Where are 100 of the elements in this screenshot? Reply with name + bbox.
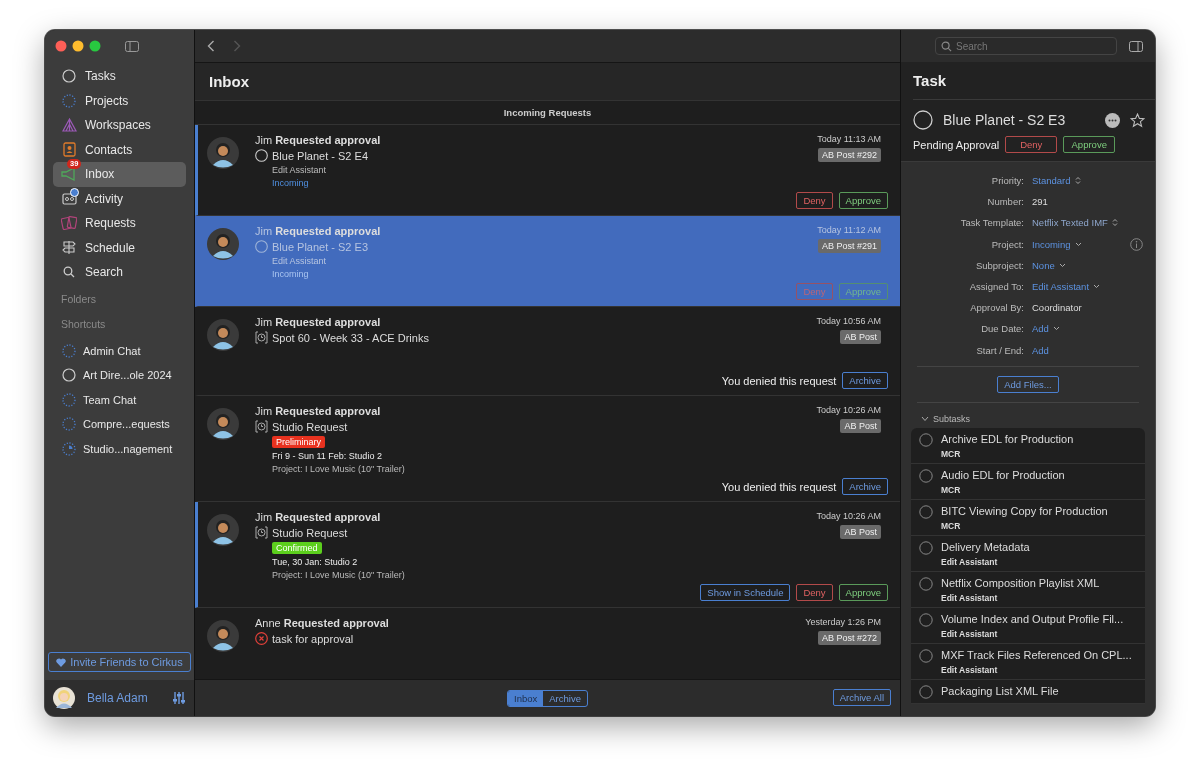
section-title: Incoming Requests xyxy=(503,107,592,118)
action-button[interactable]: Approve xyxy=(838,584,888,601)
request-title: Blue Planet - S2 E3 xyxy=(272,240,368,253)
action-button[interactable]: Deny xyxy=(796,584,833,601)
chevron-down-icon[interactable] xyxy=(1052,326,1060,332)
field-dropdown[interactable]: Incoming xyxy=(1032,238,1071,250)
sidebar-item[interactable]: Workspaces xyxy=(53,113,186,138)
sliders-icon[interactable] xyxy=(172,691,186,705)
field-dropdown[interactable]: Netflix Texted IMF xyxy=(1032,217,1108,229)
avatar[interactable] xyxy=(53,687,75,709)
status-message: You denied this request xyxy=(721,374,837,387)
inbox-item[interactable]: Jim Requested approval Studio Request Confirmed Tue, 30 Jan: Studio 2 Project: I Love Music (10" Trailer) Today 10:26 AM AB Post Show in Schedule Deny Approve xyxy=(195,502,900,608)
stepper-icon[interactable] xyxy=(1074,176,1081,186)
sidebar-item[interactable]: Schedule xyxy=(53,235,186,260)
field-label: Approval By: xyxy=(969,302,1025,314)
field-label: Assigned To: xyxy=(968,281,1025,293)
chevron-down-icon[interactable] xyxy=(1058,262,1066,268)
action-button[interactable]: Approve xyxy=(838,192,888,209)
invite-button[interactable]: Invite Friends to Cirkus xyxy=(48,652,191,672)
action-button[interactable]: Archive xyxy=(842,478,888,495)
action-button[interactable]: Deny xyxy=(1005,136,1058,153)
avatar xyxy=(207,620,239,652)
sidebar-item[interactable]: Tasks xyxy=(53,64,186,89)
dotted-circle-icon xyxy=(62,392,76,407)
field-label: Number: xyxy=(986,196,1025,208)
request-author: Jim Requested approval xyxy=(255,134,381,146)
circle-icon xyxy=(255,149,268,162)
star-icon[interactable] xyxy=(1130,112,1145,128)
stepper-icon[interactable] xyxy=(1111,218,1118,228)
action-button[interactable]: Deny xyxy=(796,192,833,209)
subtask-title[interactable]: Packaging List XML File xyxy=(941,684,1059,697)
sidebar-item[interactable]: Projects xyxy=(53,88,186,113)
subtask-title[interactable]: Netflix Composition Playlist XML xyxy=(941,576,1100,589)
approval-status: Pending Approval xyxy=(913,138,1000,151)
subtask-title[interactable]: MXF Track Files Referenced On CPL... xyxy=(941,648,1132,661)
sidebar-item[interactable]: Contacts xyxy=(53,137,186,162)
clock-icon xyxy=(255,331,268,344)
shortcut-item[interactable]: Team Chat xyxy=(53,387,186,412)
search-field[interactable]: Search xyxy=(935,37,1117,55)
subtasks-toggle[interactable]: Subtasks xyxy=(901,407,1155,428)
error-icon xyxy=(255,632,268,645)
shortcut-item[interactable]: Studio...nagement xyxy=(53,436,186,461)
shortcut-item[interactable]: Compre...equests xyxy=(53,412,186,437)
info-icon[interactable] xyxy=(1130,237,1143,251)
subtask-title[interactable]: BITC Viewing Copy for Production xyxy=(941,504,1108,517)
request-author: Jim Requested approval xyxy=(255,225,381,237)
project-text: Project: I Love Music (10" Trailer) xyxy=(272,464,405,474)
workspace-tag: AB Post #291 xyxy=(817,239,881,253)
timestamp: Today 11:12 AM xyxy=(817,225,881,235)
sidebar-item[interactable]: Requests xyxy=(53,211,186,236)
chevron-down-icon[interactable] xyxy=(1074,241,1082,247)
signpost-icon xyxy=(62,240,76,256)
pie-circle-icon xyxy=(62,441,76,456)
window-controls-icon[interactable] xyxy=(55,40,101,52)
field-dropdown[interactable]: Edit Assistant xyxy=(1032,281,1090,293)
subtask-title[interactable]: Volume Index and Output Profile Fil... xyxy=(941,612,1124,625)
field-dropdown[interactable]: Standard xyxy=(1032,175,1071,187)
subtask-assignee: MCR xyxy=(941,448,962,459)
request-title: Spot 60 - Week 33 - ACE Drinks xyxy=(272,331,429,344)
panel-toggle-icon[interactable] xyxy=(1129,40,1143,52)
booking-dates: Fri 9 - Sun 11 Feb: Studio 2 xyxy=(272,451,382,461)
request-author: Jim Requested approval xyxy=(255,511,381,523)
cards-icon xyxy=(61,216,77,231)
workspace-tag: AB Post #292 xyxy=(817,148,881,162)
sidebar-item[interactable]: Activity xyxy=(53,186,186,211)
chevron-down-icon[interactable] xyxy=(1093,284,1101,290)
archive-all-button[interactable]: Archive All xyxy=(832,689,891,706)
more-icon[interactable] xyxy=(1105,112,1120,128)
segment-tab[interactable]: Archive xyxy=(543,690,587,706)
field-dropdown[interactable]: None xyxy=(1032,259,1055,271)
subtask-title[interactable]: Audio EDL for Production xyxy=(941,468,1065,481)
action-button[interactable]: Show in Schedule xyxy=(700,584,791,601)
field-dropdown[interactable]: Add xyxy=(1032,344,1049,356)
action-button[interactable]: Archive xyxy=(842,372,888,389)
chevron-icon xyxy=(921,415,929,422)
field-label: Priority: xyxy=(990,175,1025,187)
field-value: Coordinator xyxy=(1032,302,1082,314)
task-title: Blue Planet - S2 E3 xyxy=(943,112,1067,128)
search-icon xyxy=(63,266,75,279)
timestamp: Today 10:26 AM xyxy=(816,511,881,521)
shortcut-item[interactable]: Admin Chat xyxy=(53,338,186,363)
avatar xyxy=(207,137,239,169)
action-button[interactable]: Approve xyxy=(1063,136,1116,153)
panel-title: Task xyxy=(913,72,947,89)
avatar xyxy=(207,408,239,440)
subtask-title[interactable]: Delivery Metadata xyxy=(941,540,1030,553)
subtask-assignee: MCR xyxy=(941,520,962,531)
project-link[interactable]: Incoming xyxy=(272,178,309,188)
circle-icon[interactable] xyxy=(913,110,933,130)
status-tag: Preliminary xyxy=(272,436,325,448)
sidebar-toggle-icon[interactable] xyxy=(125,40,139,52)
request-title: Studio Request xyxy=(272,420,348,433)
field-dropdown[interactable]: Add xyxy=(1032,323,1049,335)
inbox-item[interactable]: Jim Requested approval Blue Planet - S2 E4 Edit Assistant Incoming Today 11:13 AM AB Post #292 Deny Approve xyxy=(195,125,900,216)
user-name[interactable]: Bella Adam xyxy=(87,691,160,705)
shortcut-item[interactable]: Art Dire...ole 2024 xyxy=(53,363,186,388)
sidebar-item[interactable]: Search xyxy=(53,260,186,285)
subtask-title[interactable]: Archive EDL for Production xyxy=(941,432,1074,445)
circle-icon xyxy=(62,368,76,383)
add-files-button[interactable]: Add Files... xyxy=(997,375,1059,393)
